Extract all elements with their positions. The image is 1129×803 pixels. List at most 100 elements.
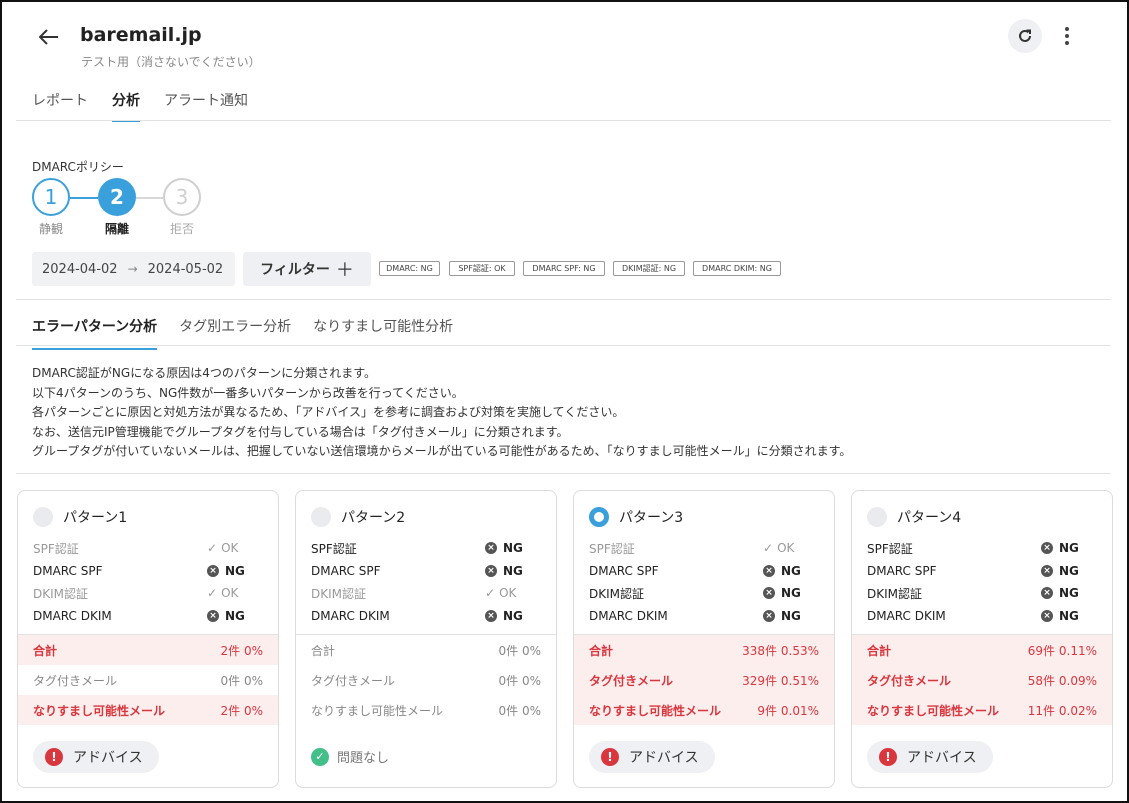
pattern-title: パターン3 [619, 510, 684, 526]
check-circle-icon: ✓ [311, 747, 329, 766]
auth-check-row: DMARC DKIM × NG [311, 605, 543, 628]
x-circle-icon: × [1041, 564, 1053, 577]
auth-check-status: ✓ OK [207, 541, 265, 555]
description: DMARC認証がNGになる原因は4つのパターンに分類されます。 以下4パターンの… [32, 364, 851, 462]
auth-check-status: × NG [1041, 609, 1099, 623]
alert-icon: ! [45, 748, 63, 766]
auth-check-row: SPF認証 ✓ OK [33, 537, 265, 560]
back-arrow-icon[interactable] [36, 26, 62, 48]
policy-step-3: 3 [163, 178, 201, 216]
pattern-header: パターン2 [311, 507, 405, 527]
auth-check-row: DKIM認証 × NG [589, 582, 821, 605]
filter-chip[interactable]: DKIM認証: NG [613, 261, 685, 276]
pattern-radio[interactable] [33, 507, 53, 527]
x-circle-icon: × [1041, 542, 1053, 555]
stat-name: タグ付きメール [589, 673, 674, 688]
divider [16, 120, 1111, 121]
x-circle-icon: × [1041, 587, 1053, 600]
auth-check-status: × NG [485, 564, 543, 578]
stat-name: なりすまし可能性メール [311, 703, 444, 718]
filter-label: フィルター [260, 262, 330, 278]
plus-icon: ＋ [335, 260, 354, 281]
status-text: NG [781, 586, 801, 601]
x-circle-icon: × [763, 564, 775, 577]
filter-button[interactable]: フィルター ＋ [243, 252, 371, 286]
pattern-card[interactable]: パターン3 SPF認証 ✓ OK DMARC SPF × NG DKIM認証 × NG DMARC … [573, 490, 835, 788]
x-circle-icon: × [1041, 609, 1053, 622]
stat-value: 0件 0% [498, 643, 542, 658]
tab-alert[interactable]: アラート通知 [164, 90, 248, 122]
stat-row: なりすまし可能性メール 11件 0.02% [852, 695, 1112, 725]
stat-value: 0件 0% [498, 703, 542, 718]
pattern-radio[interactable] [867, 507, 887, 527]
arrow-right-icon: → [127, 262, 138, 276]
advice-button[interactable]: ! アドバイス [33, 741, 159, 773]
x-circle-icon: × [485, 564, 497, 577]
stat-row: 合計 69件 0.11% [852, 635, 1112, 665]
auth-check-status: ✓ OK [485, 586, 543, 600]
stat-row: タグ付きメール 329件 0.51% [574, 665, 834, 695]
filter-chip[interactable]: DMARC SPF: NG [523, 261, 605, 276]
filter-chip[interactable]: DMARC: NG [379, 261, 440, 276]
filter-chip[interactable]: DMARC DKIM: NG [693, 261, 781, 276]
auth-check-name: DMARC DKIM [867, 608, 946, 623]
more-menu-icon[interactable] [1056, 24, 1078, 48]
advice-label: アドバイス [73, 750, 143, 766]
tab-report[interactable]: レポート [32, 90, 88, 122]
auth-check-row: DKIM認証 ✓ OK [311, 582, 543, 605]
auth-check-name: DMARC SPF [311, 563, 381, 578]
refresh-button[interactable] [1008, 19, 1042, 53]
pattern-title: パターン4 [897, 510, 962, 526]
filter-chip[interactable]: SPF認証: OK [449, 261, 515, 276]
x-circle-icon: × [485, 609, 497, 622]
status-text: NG [503, 541, 523, 556]
auth-check-status: × NG [1041, 564, 1099, 578]
status-text: NG [1059, 563, 1079, 578]
stat-value: 329件 0.51% [742, 673, 819, 688]
auth-check-name: DMARC SPF [589, 563, 659, 578]
description-line: 以下4パターンのうち、NG件数が一番多いパターンから改善を行ってください。 [32, 385, 464, 400]
stat-value: 9件 0.01% [757, 703, 819, 718]
pattern-header: パターン3 [589, 507, 683, 527]
stat-value: 0件 0% [498, 673, 542, 688]
pattern-radio[interactable] [311, 507, 331, 527]
check-icon: ✓ [207, 541, 218, 556]
pattern-title: パターン1 [63, 510, 128, 526]
pattern-card[interactable]: パターン1 SPF認証 ✓ OK DMARC SPF × NG DKIM認証 ✓ OK DMARC … [17, 490, 279, 788]
step-connector [70, 197, 98, 199]
check-icon: ✓ [763, 541, 774, 556]
auth-checks: SPF認証 × NG DMARC SPF × NG DKIM認証 ✓ OK DMARC DKIM ×… [311, 537, 543, 627]
advice-button[interactable]: ! アドバイス [867, 741, 993, 773]
advice-button[interactable]: ! アドバイス [589, 741, 715, 773]
stat-row: 合計 0件 0% [296, 635, 556, 665]
no-issue-status: ✓ 問題なし [311, 747, 389, 766]
auth-check-status: × NG [763, 609, 821, 623]
auth-check-row: DMARC DKIM × NG [33, 605, 265, 628]
stat-name: タグ付きメール [33, 673, 118, 688]
date-range-picker[interactable]: 2024-04-02 → 2024-05-02 [32, 252, 235, 286]
pattern-card[interactable]: パターン2 SPF認証 × NG DMARC SPF × NG DKIM認証 ✓ OK DMARC … [295, 490, 557, 788]
stat-row: なりすまし可能性メール 2件 0% [18, 695, 278, 725]
description-line: DMARC認証がNGになる原因は4つのパターンに分類されます。 [32, 366, 377, 380]
stat-value: 2件 0% [220, 703, 264, 718]
date-to: 2024-05-02 [147, 261, 224, 277]
pattern-radio[interactable] [589, 507, 609, 527]
auth-check-status: × NG [485, 609, 543, 623]
divider [16, 473, 1111, 474]
auth-check-status: × NG [763, 564, 821, 578]
stat-name: 合計 [33, 643, 58, 658]
auth-check-row: DMARC DKIM × NG [589, 605, 821, 628]
auth-check-name: DKIM認証 [33, 586, 89, 601]
tab-analysis[interactable]: 分析 [112, 90, 140, 122]
x-circle-icon: × [207, 564, 219, 577]
pattern-header: パターン4 [867, 507, 961, 527]
status-text: NG [503, 608, 523, 623]
auth-check-row: DKIM認証 ✓ OK [33, 582, 265, 605]
auth-check-status: × NG [207, 564, 265, 578]
auth-check-status: × NG [1041, 586, 1099, 600]
stat-value: 11件 0.02% [1027, 703, 1097, 718]
x-circle-icon: × [763, 587, 775, 600]
x-circle-icon: × [485, 542, 497, 555]
pattern-card[interactable]: パターン4 SPF認証 × NG DMARC SPF × NG DKIM認証 × NG DMARC … [851, 490, 1113, 788]
stat-row: 合計 338件 0.53% [574, 635, 834, 665]
